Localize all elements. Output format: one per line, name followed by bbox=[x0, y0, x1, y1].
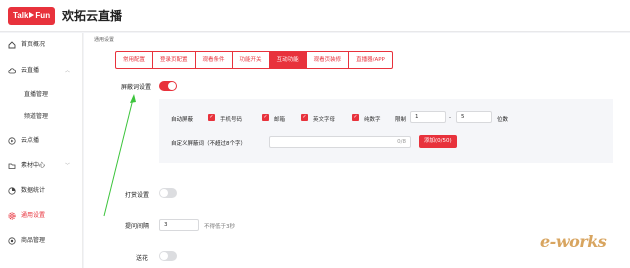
digits-checkbox-label: 纯数字 bbox=[364, 117, 381, 123]
tip-setting-toggle[interactable] bbox=[159, 188, 177, 198]
limit-unit: 位数 bbox=[497, 117, 509, 123]
sidebar-item-materials[interactable]: 素材中心 ﹀ bbox=[0, 158, 83, 174]
play-circle-icon bbox=[8, 137, 16, 145]
sidebar-item-label: 频道管理 bbox=[24, 113, 49, 120]
sidebar-item-products[interactable]: 商品管理 bbox=[0, 233, 83, 249]
limit-min-input[interactable]: 1 bbox=[410, 111, 446, 123]
letters-checkbox-label: 英文字母 bbox=[313, 117, 336, 123]
sidebar-item-label: 数据统计 bbox=[21, 187, 46, 194]
question-interval-hint: 不得低于3秒 bbox=[204, 224, 235, 230]
sidebar-item-label: 首页概况 bbox=[21, 41, 46, 48]
sidebar-item-channel-manage[interactable]: 频道管理 bbox=[0, 109, 83, 125]
app-title: 欢拓云直播 bbox=[62, 9, 123, 23]
top-bar: Talk Fun 欢拓云直播 bbox=[0, 0, 630, 32]
sidebar-item-vod[interactable]: 云点播 bbox=[0, 133, 83, 149]
tab-interactive-features[interactable]: 互动功能 bbox=[269, 51, 307, 69]
watermark-text: e-works bbox=[540, 232, 607, 251]
tab-login-page[interactable]: 登录页配置 bbox=[153, 51, 196, 69]
settings-tabs: 常用配置 登录页配置 观看条件 功能开关 互动功能 观看页装修 直播器/APP bbox=[115, 51, 393, 69]
limit-label: 限制 bbox=[395, 117, 407, 123]
sidebar-item-statistics[interactable]: 数据统计 bbox=[0, 183, 83, 199]
shop-icon bbox=[8, 237, 16, 245]
chart-icon bbox=[8, 187, 16, 195]
tab-live-app[interactable]: 直播器/APP bbox=[349, 51, 393, 69]
sidebar-item-label: 通用设置 bbox=[21, 212, 46, 219]
tab-common-config[interactable]: 常用配置 bbox=[115, 51, 154, 69]
custom-words-label: 自定义屏蔽词（不超过8个字） bbox=[171, 141, 247, 147]
play-icon bbox=[29, 12, 35, 18]
sidebar-item-general-settings[interactable]: 通用设置 bbox=[0, 208, 83, 224]
limit-max-input[interactable]: 5 bbox=[456, 111, 492, 123]
limit-dash: - bbox=[449, 115, 451, 121]
email-checkbox[interactable]: ✓ bbox=[262, 114, 269, 121]
gift-label: 送花 bbox=[136, 255, 149, 262]
sidebar-item-label: 云直播 bbox=[21, 67, 40, 74]
phone-checkbox[interactable]: ✓ bbox=[208, 114, 215, 121]
sidebar-item-home[interactable]: 首页概况 bbox=[0, 37, 83, 53]
folder-icon bbox=[8, 163, 16, 169]
question-interval-label: 提问间隔 bbox=[125, 223, 150, 230]
tab-watch-page-decor[interactable]: 观看页装修 bbox=[306, 51, 350, 69]
chevron-down-icon: ﹀ bbox=[65, 163, 71, 169]
sidebar-item-label: 商品管理 bbox=[21, 237, 46, 244]
sidebar-item-label: 素材中心 bbox=[21, 162, 46, 169]
logo-text: Talk bbox=[13, 11, 29, 20]
block-words-label: 屏蔽词设置 bbox=[121, 84, 152, 91]
tip-setting-label: 打赏设置 bbox=[125, 192, 150, 199]
tab-feature-switches[interactable]: 功能开关 bbox=[232, 51, 270, 69]
block-words-toggle[interactable] bbox=[159, 81, 177, 91]
auto-block-label: 自动屏蔽 bbox=[171, 117, 194, 123]
home-icon bbox=[8, 41, 16, 49]
digits-checkbox[interactable]: ✓ bbox=[352, 114, 359, 121]
sidebar-item-label: 云点播 bbox=[21, 137, 40, 144]
custom-words-input[interactable]: 0/8 bbox=[269, 136, 411, 148]
phone-checkbox-label: 手机号码 bbox=[220, 117, 243, 123]
sidebar: 首页概况 云直播 ︿ 直播管理 频道管理 云点播 素材中心 ﹀ 数据统计 通用设… bbox=[0, 33, 83, 268]
chevron-up-icon: ︿ bbox=[65, 68, 71, 74]
gift-toggle[interactable] bbox=[159, 251, 177, 261]
block-words-panel: 自动屏蔽 ✓ 手机号码 ✓ 邮箱 ✓ 英文字母 ✓ 纯数字 限制 1 - 5 位… bbox=[159, 99, 613, 163]
question-interval-input[interactable]: 3 bbox=[159, 219, 199, 231]
sidebar-item-cloud-live[interactable]: 云直播 ︿ bbox=[0, 63, 83, 79]
gear-icon bbox=[8, 212, 16, 220]
cloud-icon bbox=[8, 68, 16, 74]
eworks-watermark: e-works bbox=[540, 232, 607, 251]
logo-text-2: Fun bbox=[35, 11, 51, 20]
letters-checkbox[interactable]: ✓ bbox=[301, 114, 308, 121]
talkfun-logo[interactable]: Talk Fun bbox=[8, 7, 55, 25]
breadcrumb: 通用设置 bbox=[94, 37, 115, 43]
sidebar-item-live-manage[interactable]: 直播管理 bbox=[0, 87, 83, 103]
sidebar-item-label: 直播管理 bbox=[24, 91, 49, 98]
email-checkbox-label: 邮箱 bbox=[274, 117, 286, 123]
add-block-word-button[interactable]: 添加(0/50) bbox=[419, 135, 457, 148]
tab-watch-conditions[interactable]: 观看条件 bbox=[195, 51, 233, 69]
